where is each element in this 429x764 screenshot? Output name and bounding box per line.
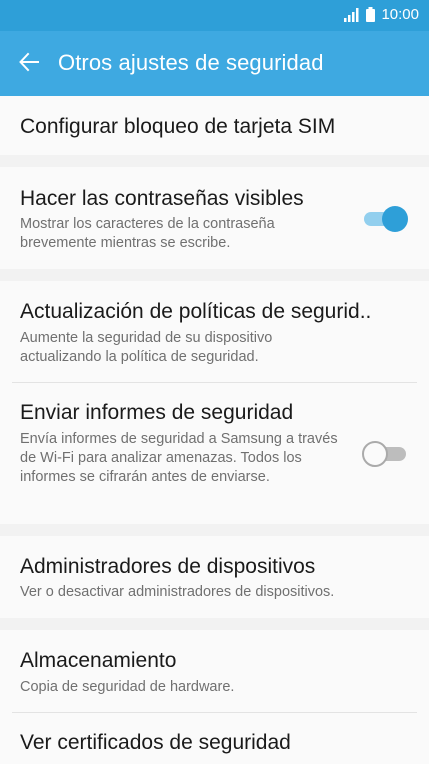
status-time: 10:00 xyxy=(381,6,419,23)
signal-icon xyxy=(344,7,359,22)
setting-subtitle: Mostrar los caracteres de la contraseña … xyxy=(20,216,275,251)
setting-visible-passwords[interactable]: Hacer las contraseñas visibles Mostrar l… xyxy=(0,167,429,269)
app-bar: Otros ajustes de seguridad xyxy=(0,31,429,96)
status-icons: 10:00 xyxy=(344,6,419,23)
section-passwords: Hacer las contraseñas visibles Mostrar l… xyxy=(0,167,429,269)
setting-sim-lock[interactable]: Configurar bloqueo de tarjeta SIM xyxy=(0,96,429,155)
setting-subtitle: Envía informes de seguridad a Samsung a … xyxy=(20,431,338,485)
setting-subtitle: Copia de seguridad de hardware. xyxy=(20,679,235,695)
setting-subtitle: Aumente la seguridad de su dispositivo a… xyxy=(20,330,273,365)
setting-certificates[interactable]: Ver certificados de seguridad xyxy=(0,713,429,764)
setting-title: Administradores de dispositivos xyxy=(20,555,316,578)
security-reports-toggle[interactable] xyxy=(362,439,410,469)
setting-storage[interactable]: Almacenamiento Copia de seguridad de har… xyxy=(0,630,429,712)
status-bar: 10:00 xyxy=(0,0,429,31)
back-arrow-icon[interactable] xyxy=(18,51,40,73)
setting-security-reports[interactable]: Enviar informes de seguridad Envía infor… xyxy=(0,383,429,524)
section-sim: Configurar bloqueo de tarjeta SIM xyxy=(0,96,429,155)
section-security: Actualización de políticas de segurid.. … xyxy=(0,281,429,524)
setting-title: Actualización de políticas de segurid.. xyxy=(20,300,372,323)
section-storage: Almacenamiento Copia de seguridad de har… xyxy=(0,630,429,764)
toggle-knob xyxy=(362,441,388,467)
section-admins: Administradores de dispositivos Ver o de… xyxy=(0,536,429,618)
setting-title: Almacenamiento xyxy=(20,649,177,672)
toggle-knob xyxy=(382,206,408,232)
setting-title: Hacer las contraseñas visibles xyxy=(20,187,304,210)
setting-title: Configurar bloqueo de tarjeta SIM xyxy=(20,115,336,138)
setting-policy-update[interactable]: Actualización de políticas de segurid.. … xyxy=(0,281,429,382)
setting-device-admins[interactable]: Administradores de dispositivos Ver o de… xyxy=(0,536,429,618)
setting-subtitle: Ver o desactivar administradores de disp… xyxy=(20,584,335,600)
setting-title: Enviar informes de seguridad xyxy=(20,401,294,424)
page-title: Otros ajustes de seguridad xyxy=(58,50,324,75)
battery-icon xyxy=(366,7,376,22)
setting-title: Ver certificados de seguridad xyxy=(20,731,291,754)
visible-passwords-toggle[interactable] xyxy=(362,204,410,234)
